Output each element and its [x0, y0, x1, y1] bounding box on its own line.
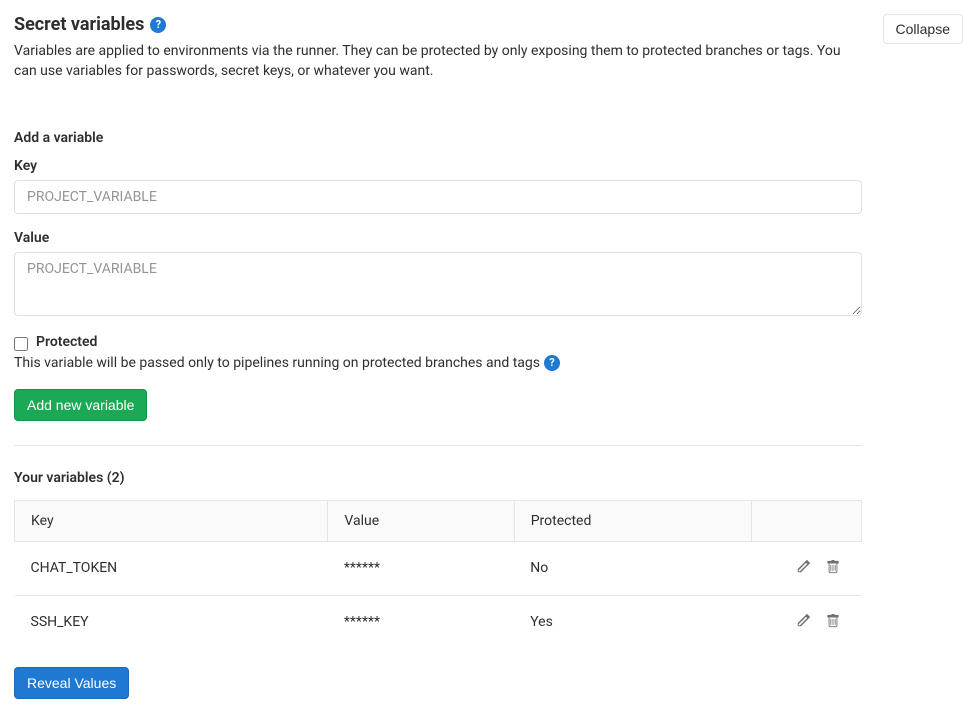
- pencil-icon: [796, 560, 810, 577]
- trash-icon: [826, 560, 840, 577]
- protected-hint-row: This variable will be passed only to pip…: [14, 355, 862, 371]
- cell-key: SSH_KEY: [15, 595, 328, 649]
- help-icon[interactable]: ?: [544, 355, 560, 371]
- value-input[interactable]: [14, 252, 862, 316]
- divider: [14, 445, 862, 446]
- value-label: Value: [14, 230, 862, 246]
- protected-checkbox[interactable]: [14, 337, 28, 351]
- cell-value: ******: [328, 541, 514, 595]
- table-row: CHAT_TOKEN ****** No: [15, 541, 862, 595]
- edit-button[interactable]: [790, 558, 816, 579]
- title-text: Secret variables: [14, 14, 144, 35]
- form-heading: Add a variable: [14, 130, 862, 146]
- add-variable-form: Add a variable Key Value Protected This …: [14, 130, 862, 421]
- pencil-icon: [796, 614, 810, 631]
- delete-button[interactable]: [820, 558, 846, 579]
- column-header-key: Key: [15, 500, 328, 541]
- help-icon[interactable]: ?: [150, 17, 166, 33]
- delete-button[interactable]: [820, 612, 846, 633]
- column-header-value: Value: [328, 500, 514, 541]
- cell-protected: No: [514, 541, 751, 595]
- collapse-button[interactable]: Collapse: [883, 14, 963, 44]
- section-description: Variables are applied to environments vi…: [14, 41, 844, 82]
- cell-protected: Yes: [514, 595, 751, 649]
- table-row: SSH_KEY ****** Yes: [15, 595, 862, 649]
- protected-label: Protected: [36, 334, 97, 350]
- key-label: Key: [14, 158, 862, 174]
- key-input[interactable]: [14, 180, 862, 214]
- variables-heading: Your variables (2): [14, 470, 963, 486]
- trash-icon: [826, 614, 840, 631]
- variables-table: Key Value Protected CHAT_TOKEN ****** No: [14, 500, 862, 649]
- cell-key: CHAT_TOKEN: [15, 541, 328, 595]
- section-title: Secret variables ?: [14, 14, 863, 35]
- reveal-values-button[interactable]: Reveal Values: [14, 667, 129, 699]
- add-variable-button[interactable]: Add new variable: [14, 389, 147, 421]
- column-header-actions: [751, 500, 861, 541]
- section-header: Secret variables ? Variables are applied…: [14, 14, 963, 82]
- cell-value: ******: [328, 595, 514, 649]
- protected-hint-text: This variable will be passed only to pip…: [14, 355, 540, 371]
- column-header-protected: Protected: [514, 500, 751, 541]
- edit-button[interactable]: [790, 612, 816, 633]
